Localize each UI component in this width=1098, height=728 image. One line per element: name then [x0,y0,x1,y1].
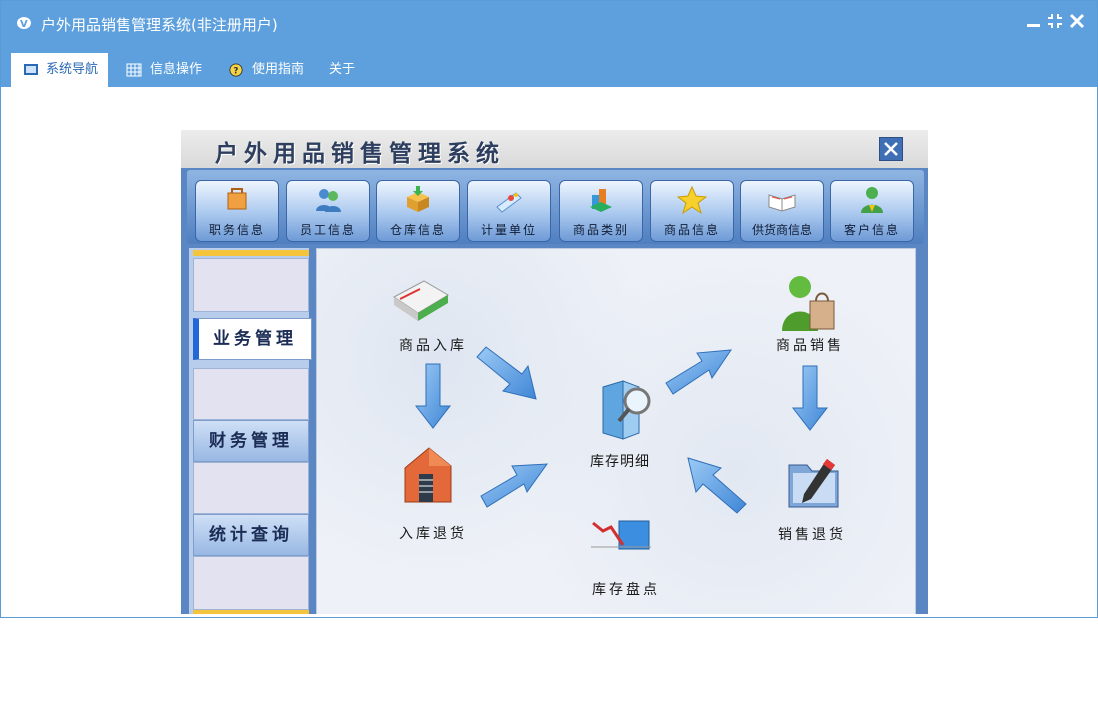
tab-user-guide[interactable]: ? 使用指南 [228,53,318,87]
toolbar-button-supplier[interactable]: 供货商信息 [740,180,824,242]
arrow-diagonal-icon [665,349,733,395]
arrow-diagonal-icon [480,463,549,508]
customer-icon [861,187,883,213]
app-logo-icon: V [17,17,31,30]
toolbar-label: 职务信息 [208,223,265,237]
toolbar-label: 员工信息 [299,223,356,237]
tab-system-nav[interactable]: 系统导航 [11,53,108,87]
panel-header: 户外用品销售管理系统 [181,130,928,168]
sidebar-panel [193,462,309,514]
tab-label: 关于 [329,62,356,77]
workflow-area: 商品入库 入库退货 库存明细 库存盘点 商品销售 销售退货 [316,248,916,614]
monitor-icon [24,64,38,75]
toolbar-button-category[interactable]: 商品类别 [559,180,643,242]
toolbar-label: 仓库信息 [389,223,446,237]
arrow-down-icon [414,363,452,429]
toolbar-label: 供货商信息 [751,223,812,237]
svg-text:?: ? [233,67,238,77]
close-icon [884,142,898,156]
arrow-diagonal-icon [687,457,747,514]
toolbar-label: 客户信息 [843,223,900,237]
toolbar-button-position[interactable]: 职务信息 [195,180,279,242]
node-goods-in[interactable]: 商品入库 [399,335,467,355]
node-goods-sale[interactable]: 商品销售 [776,335,844,355]
svg-text:V: V [20,19,28,30]
toolbar-label: 商品类别 [572,223,629,237]
sidebar: 业务管理 财务管理 统计查询 [189,248,312,614]
tab-about[interactable]: 关于 [329,53,369,87]
panel-close-button[interactable] [879,137,903,161]
arrow-down-icon [791,365,829,431]
toolbar-label: 计量单位 [480,223,537,237]
star-icon [677,185,707,215]
toolbar-button-warehouse[interactable]: 仓库信息 [376,180,460,242]
sidebar-item-business[interactable]: 业务管理 [193,318,312,360]
tab-label: 使用指南 [252,62,305,77]
restore-icon [1048,14,1062,28]
book-icon [768,194,796,212]
grid-icon [126,63,142,77]
node-sale-return[interactable]: 销售退货 [778,524,846,544]
warehouse-icon[interactable] [399,444,455,506]
panel-title: 户外用品销售管理系统 [215,140,505,167]
nav-panel: 户外用品销售管理系统 职务信息 员工信息 仓库信息 计量单位 商品类别 商品信息… [181,130,928,614]
ruler-icon [496,192,522,213]
help-icon: ? [229,63,243,77]
folder-pen-icon[interactable] [785,455,843,511]
close-button[interactable] [1069,13,1085,29]
sidebar-item-finance[interactable]: 财务管理 [193,420,309,462]
users-icon [316,189,341,212]
restore-button[interactable] [1047,13,1063,29]
tab-info-ops[interactable]: 信息操作 [126,53,216,87]
minimize-icon [1027,24,1040,27]
box-icon [407,186,429,212]
sidebar-accent-bar [193,610,309,614]
sidebar-panel [193,368,309,420]
toolbar-button-goods[interactable]: 商品信息 [650,180,734,242]
title-bar: V 户外用品销售管理系统(非注册用户) [1,1,1097,45]
magnifier-report-icon[interactable] [599,379,657,441]
sidebar-panel [193,258,309,312]
shopper-icon[interactable] [780,273,838,335]
node-stock-check[interactable]: 库存盘点 [592,579,660,599]
toolbar-label: 商品信息 [663,223,720,237]
tab-label: 信息操作 [150,62,203,77]
stock-chart-icon[interactable] [589,517,653,559]
toolbar-button-employee[interactable]: 员工信息 [286,180,370,242]
node-in-return[interactable]: 入库退货 [399,523,467,543]
tab-label: 系统导航 [46,62,99,77]
briefcase-icon [227,188,247,210]
minimize-button[interactable] [1026,13,1042,29]
book-stack-icon[interactable] [390,275,452,325]
node-stock-detail[interactable]: 库存明细 [590,451,650,471]
sidebar-panel [193,556,309,610]
tab-bar: 系统导航 信息操作 ? 使用指南 关于 [1,45,1097,87]
sidebar-accent-bar [193,250,309,256]
toolbar-button-unit[interactable]: 计量单位 [467,180,551,242]
window-title: 户外用品销售管理系统(非注册用户) [41,16,278,34]
close-icon [1069,13,1085,29]
arrow-diagonal-icon [476,346,537,400]
toolbar-button-customer[interactable]: 客户信息 [830,180,914,242]
category-icon [590,189,612,212]
sidebar-item-statistics[interactable]: 统计查询 [193,514,309,556]
